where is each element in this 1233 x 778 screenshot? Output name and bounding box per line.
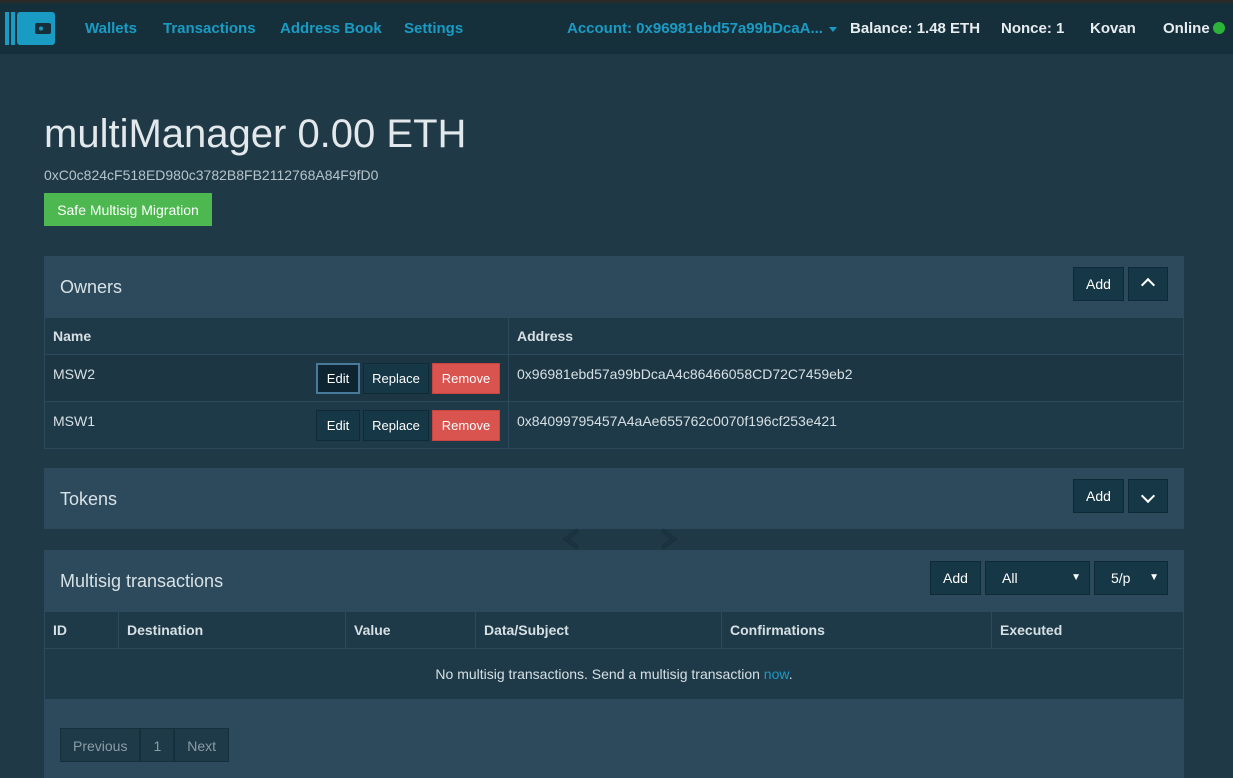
balance-label: Balance: 1.48 ETH — [850, 20, 981, 37]
table-row: MSW2 Edit Replace Remove 0x96981ebd57a99… — [44, 354, 1184, 402]
nav-settings[interactable]: Settings — [404, 20, 463, 37]
transaction-filter-select[interactable]: All ▼ — [985, 561, 1090, 595]
caret-down-icon — [828, 26, 837, 32]
chevron-up-icon — [1140, 277, 1156, 292]
network-label: Kovan — [1090, 20, 1136, 37]
replace-owner-button[interactable]: Replace — [363, 363, 429, 394]
send-multisig-now-link[interactable]: now — [764, 666, 789, 682]
replace-owner-button[interactable]: Replace — [363, 410, 429, 441]
select-arrow-icon: ▼ — [1149, 572, 1159, 583]
add-multisig-transaction-button[interactable]: Add — [930, 561, 981, 595]
owner-name-cell: MSW1 Edit Replace Remove — [44, 401, 509, 449]
owner-address-cell: 0x96981ebd57a99bDcaA4c86466058CD72C7459e… — [508, 354, 1184, 402]
tokens-title: Tokens — [60, 489, 118, 509]
empty-state-suffix: . — [788, 666, 793, 682]
empty-state-cell: No multisig transactions. Send a multisi… — [44, 648, 1184, 700]
pagination: Previous 1 Next — [60, 728, 230, 762]
column-header-executed: Executed — [991, 611, 1184, 649]
multisig-table: ID Destination Value Data/Subject Confir… — [44, 611, 1184, 700]
column-header-address: Address — [508, 317, 1184, 355]
nonce-label: Nonce: 1 — [1001, 20, 1065, 37]
remove-owner-button[interactable]: Remove — [432, 363, 500, 394]
column-header-confirmations: Confirmations — [721, 611, 992, 649]
page-size-select[interactable]: 5/p ▼ — [1094, 561, 1168, 595]
add-token-button[interactable]: Add — [1073, 479, 1124, 513]
collapse-owners-button[interactable] — [1128, 267, 1168, 301]
nav-transactions[interactable]: Transactions — [163, 20, 256, 37]
empty-state-text: No multisig transactions. Send a multisi… — [435, 666, 764, 682]
nav-address-book[interactable]: Address Book — [280, 20, 382, 37]
multisig-transactions-panel: Multisig transactions Add All ▼ 5/p ▼ ID… — [44, 550, 1184, 778]
owner-name: MSW2 — [53, 366, 95, 382]
top-navbar: Wallets Transactions Address Book Settin… — [0, 0, 1233, 54]
online-status: Online — [1163, 20, 1225, 37]
owners-panel: Owners Add Name Address MSW2 Edit Replac… — [44, 256, 1184, 449]
column-header-data-subject: Data/Subject — [475, 611, 722, 649]
pagination-previous[interactable]: Previous — [60, 728, 141, 762]
select-arrow-icon: ▼ — [1071, 572, 1081, 583]
page-title: multiManager 0.00 ETH — [44, 112, 467, 156]
carousel-arrows-icon — [561, 528, 679, 550]
pagination-page[interactable]: 1 — [140, 728, 175, 762]
account-label: Account: 0x96981ebd57a99bDcaA... — [567, 20, 823, 37]
multisig-title: Multisig transactions — [60, 571, 224, 591]
owner-name-cell: MSW2 Edit Replace Remove — [44, 354, 509, 402]
page-size-value: 5/p — [1111, 570, 1131, 586]
safe-multisig-migration-button[interactable]: Safe Multisig Migration — [44, 193, 212, 226]
pagination-next[interactable]: Next — [174, 728, 230, 762]
wallet-logo-icon[interactable] — [5, 12, 55, 45]
remove-owner-button[interactable]: Remove — [432, 410, 500, 441]
expand-tokens-button[interactable] — [1128, 479, 1168, 513]
column-header-destination: Destination — [118, 611, 346, 649]
account-dropdown[interactable]: Account: 0x96981ebd57a99bDcaA... — [567, 20, 837, 37]
column-header-id: ID — [44, 611, 119, 649]
online-label: Online — [1163, 20, 1210, 37]
column-header-value: Value — [345, 611, 476, 649]
filter-value: All — [1002, 570, 1018, 586]
empty-state-row: No multisig transactions. Send a multisi… — [44, 648, 1184, 700]
table-row: MSW1 Edit Replace Remove 0x84099795457A4… — [44, 401, 1184, 449]
owner-address-cell: 0x84099795457A4aAe655762c0070f196cf253e4… — [508, 401, 1184, 449]
chevron-down-icon — [1140, 488, 1156, 504]
owners-title: Owners — [60, 277, 123, 297]
owner-name: MSW1 — [53, 413, 95, 429]
add-owner-button[interactable]: Add — [1073, 267, 1124, 301]
edit-owner-button[interactable]: Edit — [316, 410, 360, 441]
tokens-panel: Tokens Add — [44, 468, 1184, 529]
wallet-address: 0xC0c824cF518ED980c3782B8FB2112768A84F9f… — [44, 167, 379, 183]
owner-address: 0x96981ebd57a99bDcaA4c86466058CD72C7459e… — [517, 366, 853, 382]
column-header-name: Name — [44, 317, 509, 355]
edit-owner-button[interactable]: Edit — [316, 363, 360, 394]
online-dot-icon — [1212, 22, 1225, 34]
nav-wallets[interactable]: Wallets — [85, 20, 137, 37]
owner-address: 0x84099795457A4aAe655762c0070f196cf253e4… — [517, 413, 837, 429]
owners-table: Name Address MSW2 Edit Replace Remove 0x… — [44, 317, 1184, 449]
